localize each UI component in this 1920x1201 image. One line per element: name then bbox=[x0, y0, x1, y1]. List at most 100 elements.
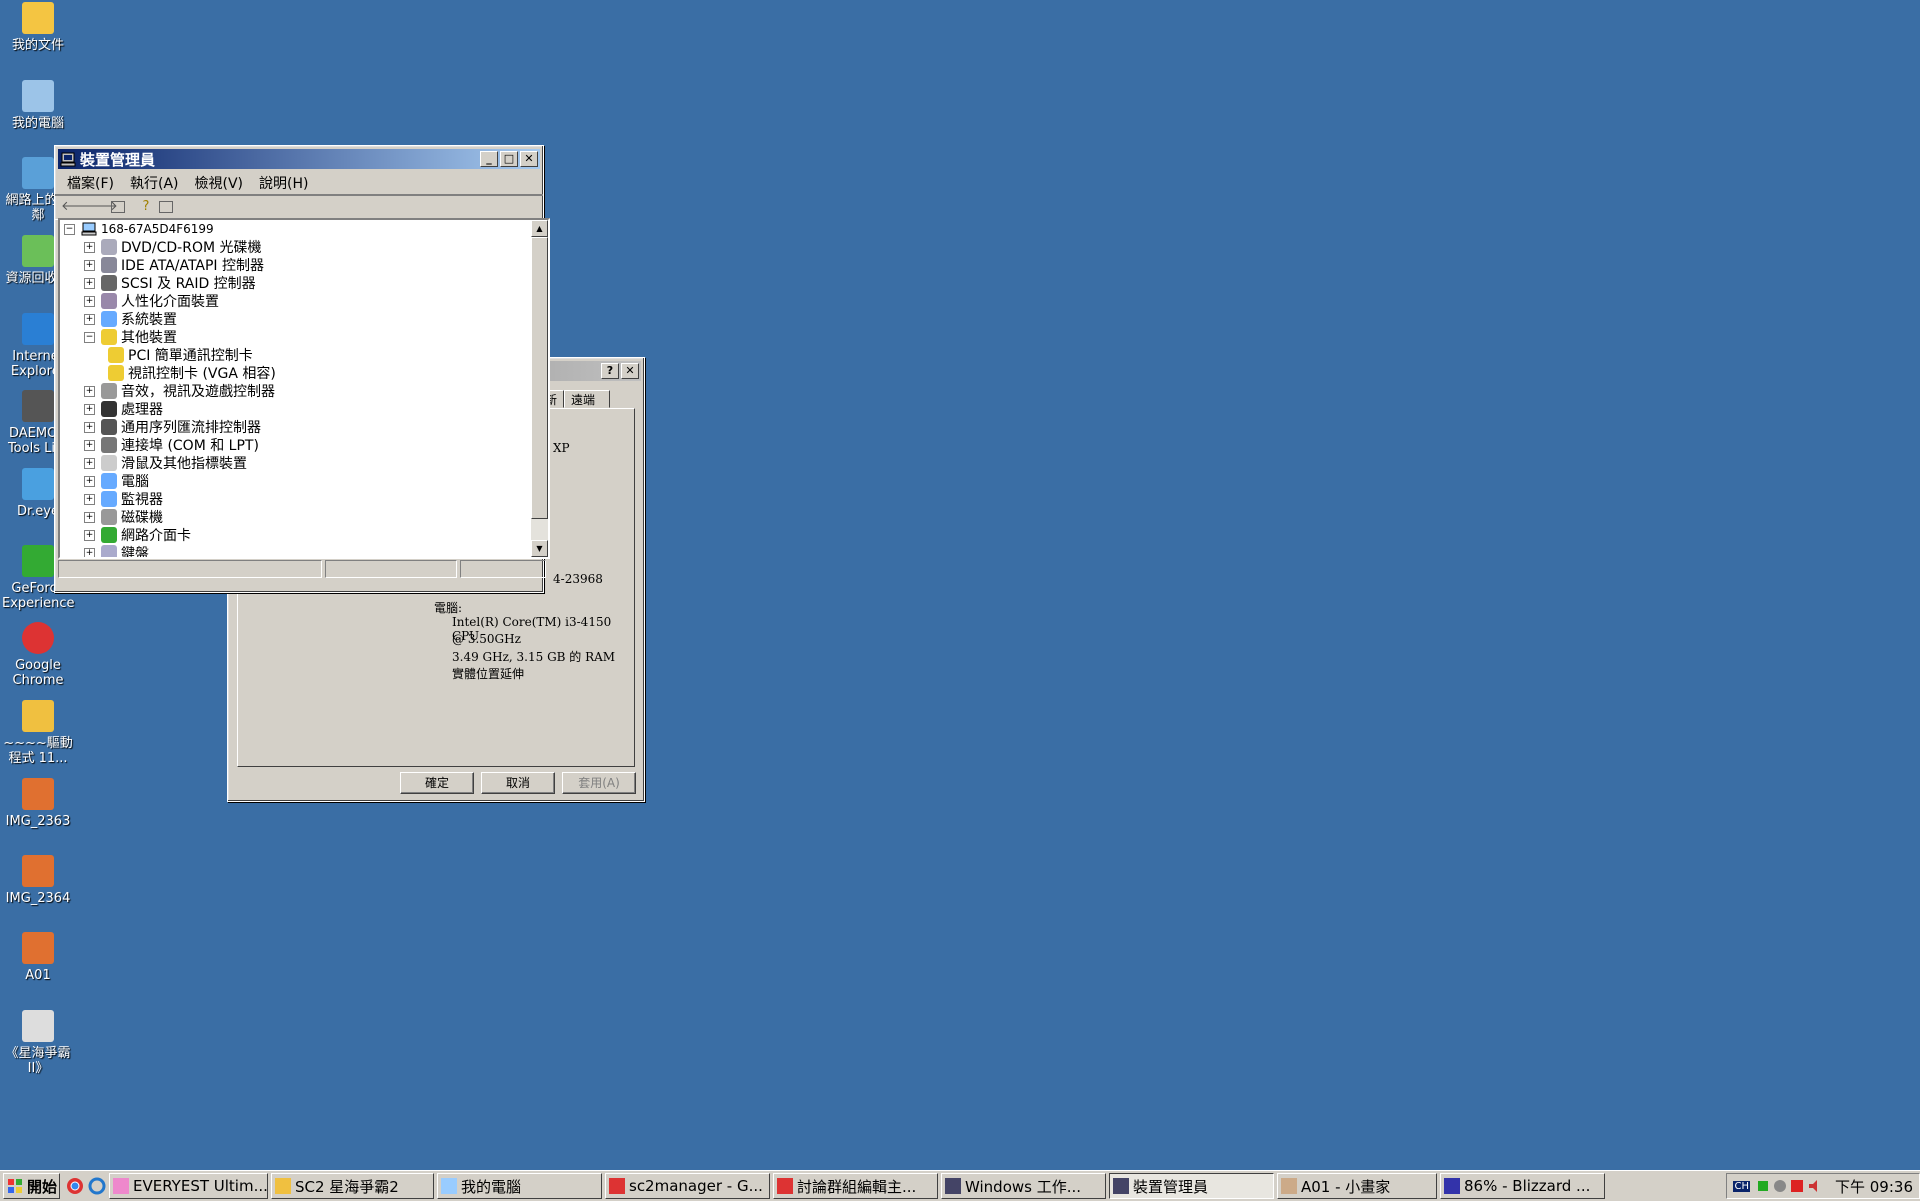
scroll-thumb[interactable] bbox=[531, 237, 548, 519]
expand-icon[interactable]: + bbox=[84, 277, 95, 289]
expand-icon[interactable]: + bbox=[84, 529, 95, 541]
menu-view[interactable]: 檢視(V) bbox=[187, 173, 252, 193]
taskbar-button[interactable]: 討論群組編輯主... bbox=[773, 1173, 938, 1199]
device-manager-titlebar[interactable]: 裝置管理員 _ □ ✕ bbox=[58, 149, 540, 169]
tree-item[interactable]: + 系統裝置 bbox=[84, 310, 177, 328]
security-tray-icon[interactable] bbox=[1773, 1179, 1787, 1193]
desktop-icon[interactable]: IMG_2364 bbox=[2, 855, 74, 906]
help-icon[interactable]: ? bbox=[601, 363, 619, 379]
collapse-icon[interactable]: − bbox=[84, 331, 95, 343]
scroll-up-icon[interactable]: ▲ bbox=[531, 220, 548, 237]
taskbar-button-label: 討論群組編輯主... bbox=[797, 1177, 917, 1196]
taskbar-button[interactable]: 我的電腦 bbox=[437, 1173, 602, 1199]
expand-icon[interactable]: + bbox=[84, 295, 95, 307]
scroll-down-icon[interactable]: ▼ bbox=[531, 540, 548, 557]
tree-item[interactable]: + 通用序列匯流排控制器 bbox=[84, 418, 261, 436]
starcraft-icon bbox=[22, 1010, 54, 1042]
expand-icon[interactable]: + bbox=[84, 493, 95, 505]
taskbar-button[interactable]: 裝置管理員 bbox=[1109, 1173, 1274, 1199]
expand-icon[interactable]: + bbox=[84, 439, 95, 451]
expand-icon[interactable]: + bbox=[84, 259, 95, 271]
expand-icon[interactable]: + bbox=[84, 475, 95, 487]
tree-item[interactable]: + 網路介面卡 bbox=[84, 526, 191, 544]
tree-item[interactable]: + 監視器 bbox=[84, 490, 163, 508]
taskbar-button[interactable]: A01 - 小畫家 bbox=[1277, 1173, 1437, 1199]
tree-item[interactable]: + 滑鼠及其他指標裝置 bbox=[84, 454, 247, 472]
sound-icon bbox=[101, 383, 117, 399]
tree-item[interactable]: + 電腦 bbox=[84, 472, 149, 490]
taskbar-button[interactable]: Windows 工作... bbox=[941, 1173, 1106, 1199]
desktop-icon[interactable]: 我的文件 bbox=[2, 2, 74, 53]
network-tray-icon[interactable] bbox=[1756, 1179, 1770, 1193]
close-icon[interactable]: ✕ bbox=[621, 363, 639, 379]
show-hide-tree-icon[interactable] bbox=[111, 201, 125, 213]
menu-help[interactable]: 說明(H) bbox=[251, 173, 316, 193]
vertical-scrollbar[interactable]: ▲ ▼ bbox=[531, 220, 548, 557]
desktop-icon[interactable]: 我的電腦 bbox=[2, 80, 74, 131]
tree-root[interactable]: − 168-67A5D4F6199 bbox=[64, 220, 214, 238]
apply-button[interactable]: 套用(A) bbox=[562, 772, 636, 794]
desktop-icon[interactable]: IMG_2363 bbox=[2, 778, 74, 829]
tree-item-label: PCI 簡單通訊控制卡 bbox=[128, 348, 253, 364]
taskbar-button-label: sc2manager - G... bbox=[629, 1177, 763, 1195]
expand-icon[interactable]: + bbox=[84, 403, 95, 415]
chrome-icon bbox=[22, 622, 54, 654]
ok-button[interactable]: 確定 bbox=[400, 772, 474, 794]
desktop-icon[interactable]: Google Chrome bbox=[2, 622, 74, 688]
window-title: 裝置管理員 bbox=[80, 150, 156, 169]
unknown-device-icon bbox=[101, 329, 117, 345]
expand-icon[interactable]: + bbox=[84, 511, 95, 523]
clock[interactable]: 下午 09:36 bbox=[1835, 1176, 1913, 1197]
ie-quicklaunch-icon[interactable] bbox=[88, 1177, 106, 1195]
tree-item[interactable]: + SCSI 及 RAID 控制器 bbox=[84, 274, 256, 292]
start-button[interactable]: 開始 bbox=[3, 1173, 60, 1199]
image-file-icon bbox=[22, 932, 54, 964]
tree-item[interactable]: 視訊控制卡 (VGA 相容) bbox=[108, 364, 276, 382]
tree-item[interactable]: PCI 簡單通訊控制卡 bbox=[108, 346, 253, 364]
expand-icon[interactable]: + bbox=[84, 385, 95, 397]
tree-item[interactable]: + 磁碟機 bbox=[84, 508, 163, 526]
cancel-button[interactable]: 取消 bbox=[481, 772, 555, 794]
device-manager-window[interactable]: 裝置管理員 _ □ ✕ 檔案(F) 執行(A) 檢視(V) 說明(H) 🡐 🡒 … bbox=[54, 145, 550, 593]
taskbar-button[interactable]: SC2 星海爭霸2 bbox=[271, 1173, 434, 1199]
tree-item[interactable]: + 音效，視訊及遊戲控制器 bbox=[84, 382, 275, 400]
collapse-icon[interactable]: − bbox=[64, 223, 75, 235]
language-indicator[interactable]: CH bbox=[1733, 1180, 1750, 1192]
desktop-icon-label: IMG_2364 bbox=[5, 891, 71, 906]
forward-icon[interactable]: 🡒 bbox=[83, 199, 118, 215]
chrome-quicklaunch-icon[interactable] bbox=[66, 1177, 84, 1195]
taskbar-button[interactable]: 86% - Blizzard ... bbox=[1440, 1173, 1605, 1199]
expand-icon[interactable]: + bbox=[84, 547, 95, 557]
tree-item[interactable]: + 處理器 bbox=[84, 400, 163, 418]
tree-item-label: 系統裝置 bbox=[121, 312, 177, 328]
scan-hardware-icon[interactable] bbox=[159, 201, 173, 213]
menu-action[interactable]: 執行(A) bbox=[122, 173, 187, 193]
back-icon[interactable]: 🡐 bbox=[61, 199, 96, 215]
tree-item[interactable]: + DVD/CD-ROM 光碟機 bbox=[84, 238, 262, 256]
close-icon[interactable]: ✕ bbox=[520, 151, 538, 167]
expand-icon[interactable]: + bbox=[84, 457, 95, 469]
tree-item[interactable]: + 鍵盤 bbox=[84, 544, 149, 557]
maximize-icon[interactable]: □ bbox=[500, 151, 518, 167]
volume-tray-icon[interactable] bbox=[1807, 1179, 1821, 1193]
tree-item[interactable]: + 連接埠 (COM 和 LPT) bbox=[84, 436, 259, 454]
expand-icon[interactable]: + bbox=[84, 313, 95, 325]
device-tree[interactable]: − 168-67A5D4F6199 + DVD/CD-ROM 光碟機 + IDE AT… bbox=[58, 218, 550, 559]
properties-icon[interactable]: ? bbox=[137, 199, 155, 215]
tree-item[interactable]: − 其他裝置 bbox=[84, 328, 177, 346]
menu-file[interactable]: 檔案(F) bbox=[59, 173, 122, 193]
antivirus-tray-icon[interactable] bbox=[1790, 1179, 1804, 1193]
tab-remote[interactable]: 遠端 bbox=[564, 390, 611, 408]
expand-icon[interactable]: + bbox=[84, 241, 95, 253]
minimize-icon[interactable]: _ bbox=[480, 151, 498, 167]
desktop-icon[interactable]: 《星海爭霸 II》 bbox=[2, 1010, 74, 1076]
tree-item[interactable]: + IDE ATA/ATAPI 控制器 bbox=[84, 256, 264, 274]
taskbar-button[interactable]: EVERYEST Ultim... bbox=[109, 1173, 268, 1199]
computer-label: 電腦: bbox=[434, 601, 463, 615]
taskbar-button[interactable]: sc2manager - G... bbox=[605, 1173, 770, 1199]
tree-item-label: 人性化介面裝置 bbox=[121, 294, 219, 310]
desktop-icon[interactable]: A01 bbox=[2, 932, 74, 983]
tree-item[interactable]: + 人性化介面裝置 bbox=[84, 292, 219, 310]
expand-icon[interactable]: + bbox=[84, 421, 95, 433]
desktop-icon[interactable]: ~~~~驅動程式 11... bbox=[2, 700, 74, 766]
